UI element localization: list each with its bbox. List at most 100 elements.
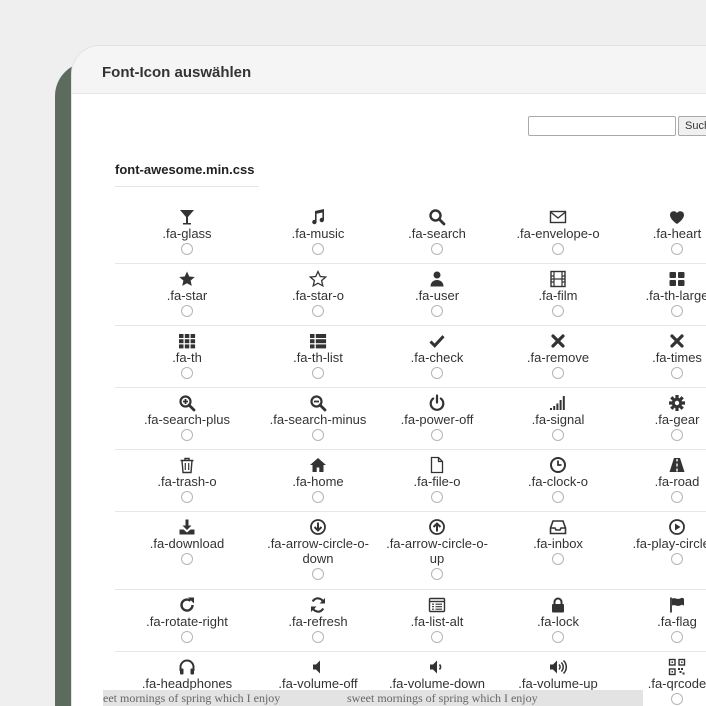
- icon-radio[interactable]: [671, 429, 683, 441]
- arrow-up-icon: [428, 518, 446, 536]
- icon-radio[interactable]: [312, 568, 324, 580]
- icon-radio[interactable]: [181, 491, 193, 503]
- icon-row: .fa-th .fa-th-list .fa-check .fa-remove .fa-…: [115, 326, 706, 388]
- icon-radio[interactable]: [552, 305, 564, 317]
- icon-label: .fa-rotate-right: [146, 614, 228, 629]
- rotate-icon: [178, 596, 196, 614]
- trash-icon: [178, 456, 196, 474]
- icon-radio[interactable]: [552, 553, 564, 565]
- icon-radio[interactable]: [671, 631, 683, 643]
- star-icon: [178, 270, 196, 288]
- icon-label: .fa-play-circle-o: [632, 536, 706, 551]
- icon-label: .fa-arrow-circle-o-up: [386, 536, 488, 566]
- icon-option-times[interactable]: .fa-times: [602, 326, 706, 379]
- icon-radio[interactable]: [312, 367, 324, 379]
- music-icon: [309, 208, 327, 226]
- icon-row: .fa-download .fa-arrow-circle-o-down .fa-a…: [115, 512, 706, 590]
- signal-icon: [549, 394, 567, 412]
- icon-radio[interactable]: [181, 243, 193, 255]
- icon-label: .fa-flag: [657, 614, 697, 629]
- inbox-icon: [549, 518, 567, 536]
- icon-option-th-large[interactable]: .fa-th-large: [602, 264, 706, 317]
- icon-radio[interactable]: [671, 491, 683, 503]
- footer-ticker: eet mornings of spring which I enjoy swe…: [103, 690, 643, 706]
- icon-radio[interactable]: [312, 631, 324, 643]
- icon-radio[interactable]: [181, 553, 193, 565]
- icon-radio[interactable]: [431, 631, 443, 643]
- icon-option-rotate[interactable]: .fa-rotate-right: [112, 590, 262, 643]
- flag-icon: [668, 596, 686, 614]
- icon-radio[interactable]: [431, 305, 443, 317]
- search-plus-icon: [178, 394, 196, 412]
- icon-label: .fa-search-plus: [144, 412, 230, 427]
- icon-radio[interactable]: [181, 367, 193, 379]
- icon-grid: .fa-glass .fa-music .fa-search .fa-envelope…: [115, 202, 706, 706]
- icon-option-heart[interactable]: .fa-heart: [602, 202, 706, 255]
- list-alt-icon: [428, 596, 446, 614]
- icon-option-star[interactable]: .fa-star: [112, 264, 262, 317]
- volume-off-icon: [309, 658, 327, 676]
- icon-label: .fa-th: [172, 350, 202, 365]
- times-icon: [668, 332, 686, 350]
- icon-row: .fa-search-plus .fa-search-minus .fa-power…: [115, 388, 706, 450]
- icon-option-flag[interactable]: .fa-flag: [602, 590, 706, 643]
- heart-icon: [668, 208, 686, 226]
- power-off-icon: [428, 394, 446, 412]
- icon-radio[interactable]: [671, 367, 683, 379]
- envelope-icon: [549, 208, 567, 226]
- icon-option-glass[interactable]: .fa-glass: [112, 202, 262, 255]
- icon-radio[interactable]: [312, 429, 324, 441]
- icon-radio[interactable]: [431, 243, 443, 255]
- icon-option-trash[interactable]: .fa-trash-o: [112, 450, 262, 503]
- icon-radio[interactable]: [552, 367, 564, 379]
- icon-picker-dialog: Font-Icon auswählen Suchen font-awesome.…: [72, 46, 706, 706]
- search-minus-icon: [309, 394, 327, 412]
- icon-row: .fa-rotate-right .fa-refresh .fa-list-alt.…: [115, 590, 706, 652]
- icon-label: .fa-glass: [162, 226, 212, 241]
- file-icon: [428, 456, 446, 474]
- icon-radio[interactable]: [312, 491, 324, 503]
- icon-radio[interactable]: [671, 305, 683, 317]
- icon-radio[interactable]: [552, 243, 564, 255]
- icon-radio[interactable]: [181, 305, 193, 317]
- search-button[interactable]: Suchen: [678, 116, 706, 136]
- icon-radio[interactable]: [671, 553, 683, 565]
- icon-radio[interactable]: [181, 631, 193, 643]
- search-icon: [428, 208, 446, 226]
- road-icon: [668, 456, 686, 474]
- icon-label: .fa-qrcode: [647, 676, 706, 691]
- download-icon: [178, 518, 196, 536]
- lock-icon: [549, 596, 567, 614]
- icon-radio[interactable]: [552, 429, 564, 441]
- icon-radio[interactable]: [552, 631, 564, 643]
- icon-radio[interactable]: [671, 243, 683, 255]
- play-icon: [668, 518, 686, 536]
- icon-option-search-plus[interactable]: .fa-search-plus: [112, 388, 262, 441]
- star-o-icon: [309, 270, 327, 288]
- dialog-title: Font-Icon auswählen: [102, 64, 252, 81]
- icon-option-road[interactable]: .fa-road: [602, 450, 706, 503]
- icon-radio[interactable]: [181, 429, 193, 441]
- icon-radio[interactable]: [431, 568, 443, 580]
- icon-option-play[interactable]: .fa-play-circle-o: [602, 512, 706, 565]
- icon-radio[interactable]: [431, 491, 443, 503]
- th-list-icon: [309, 332, 327, 350]
- icon-radio[interactable]: [312, 243, 324, 255]
- icon-option-th[interactable]: .fa-th: [112, 326, 262, 379]
- icon-radio[interactable]: [431, 367, 443, 379]
- icon-radio[interactable]: [552, 491, 564, 503]
- search-input[interactable]: [528, 116, 676, 136]
- th-icon: [178, 332, 196, 350]
- icon-radio[interactable]: [431, 429, 443, 441]
- icon-label: .fa-gear: [654, 412, 700, 427]
- icon-option-gear[interactable]: .fa-gear: [602, 388, 706, 441]
- icon-label: .fa-heart: [652, 226, 702, 241]
- icon-label: .fa-th-large: [645, 288, 706, 303]
- remove-icon: [549, 332, 567, 350]
- film-icon: [549, 270, 567, 288]
- ticker-text-left: eet mornings of spring which I enjoy: [103, 691, 281, 705]
- icon-radio[interactable]: [312, 305, 324, 317]
- refresh-icon: [309, 596, 327, 614]
- icon-option-download[interactable]: .fa-download: [112, 512, 262, 565]
- icon-radio[interactable]: [671, 693, 683, 705]
